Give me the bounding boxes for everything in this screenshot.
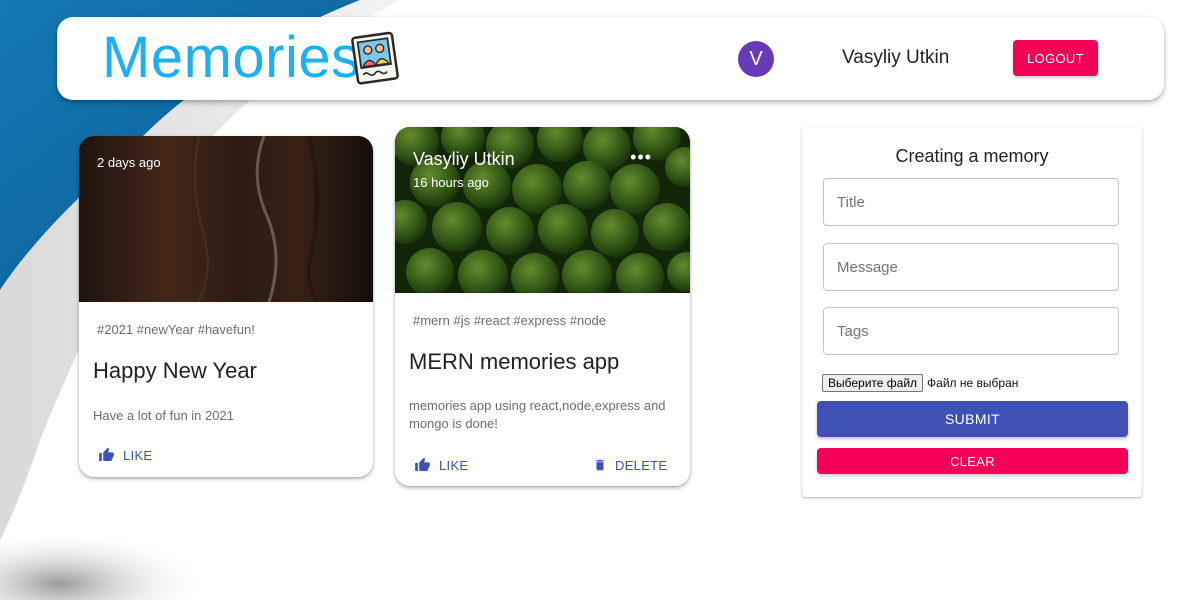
post-title: Happy New Year (93, 358, 257, 383)
post-author: Vasyliy Utkin (413, 149, 515, 169)
thumb-up-icon (415, 457, 430, 471)
clear-button[interactable]: CLEAR (817, 448, 1128, 474)
tags-input[interactable] (823, 307, 1119, 355)
choose-file-button[interactable]: Выберите файл (822, 374, 924, 392)
like-button[interactable]: LIKE (414, 457, 468, 473)
user-name: Vasyliy Utkin (842, 47, 950, 68)
post-title: MERN memories app (409, 349, 620, 374)
form-title: Creating a memory (895, 146, 1049, 166)
submit-button[interactable]: SUBMIT (817, 401, 1128, 437)
post-message: memories app using react,node,express an… (409, 398, 666, 431)
file-status: Файл не выбран (927, 376, 1019, 390)
memory-card: 2 days ago #2021 #newYear #havefun! Happ… (79, 136, 373, 477)
like-label: LIKE (439, 457, 469, 473)
post-tags: #2021 #newYear #havefun! (97, 322, 255, 337)
memories-photo-icon (351, 31, 399, 85)
create-memory-form: Creating a memory Выберите файл Файл не … (802, 127, 1142, 497)
brand-title[interactable]: Memories (102, 25, 361, 91)
post-tags: #mern #js #react #express #node (413, 313, 606, 328)
like-button[interactable]: LIKE (98, 447, 152, 463)
title-input[interactable] (823, 178, 1119, 226)
message-input[interactable] (823, 243, 1119, 291)
app-bar: Memories V Vasyliy Utkin LOGOUT (57, 17, 1164, 100)
post-message: Have a lot of fun in 2021 (93, 408, 234, 423)
avatar[interactable]: V (738, 41, 774, 77)
memory-card: Vasyliy Utkin 16 hours ago ••• #mern #js… (395, 127, 690, 486)
file-picker: Выберите файл Файл не выбран (822, 374, 1018, 392)
delete-button[interactable]: DELETE (593, 457, 667, 473)
logout-button[interactable]: LOGOUT (1013, 40, 1098, 76)
post-time: 2 days ago (97, 155, 161, 170)
delete-label: DELETE (615, 457, 668, 473)
more-horizontal-icon[interactable]: ••• (630, 148, 652, 166)
trash-icon (595, 459, 605, 471)
post-time: 16 hours ago (413, 175, 489, 190)
like-label: LIKE (123, 447, 153, 463)
thumb-up-icon (99, 447, 114, 461)
